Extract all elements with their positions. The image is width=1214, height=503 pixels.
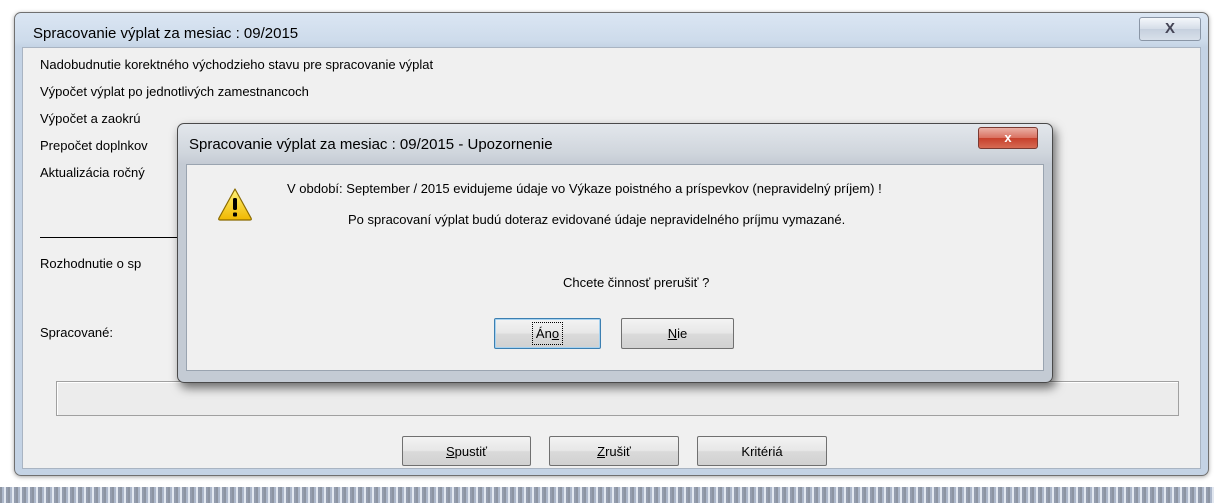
criteria-button[interactable]: Kritériá (697, 436, 827, 466)
cancel-mnemonic: Z (597, 444, 606, 459)
main-close-button[interactable]: X (1139, 17, 1201, 41)
step-label-2: Výpočet výplat po jednotlivých zamestnan… (40, 84, 309, 99)
close-icon: x (1004, 130, 1012, 145)
yes-button[interactable]: Áno (494, 318, 601, 349)
decision-label: Rozhodnutie o sp (40, 256, 142, 271)
alert-title: Spracovanie výplat za mesiac : 09/2015 -… (189, 136, 553, 153)
taskbar-strip (0, 487, 1214, 503)
yes-label: Án (535, 326, 552, 341)
step-label-3: Výpočet a zaokrú (40, 111, 141, 126)
yes-mnemonic: o (551, 326, 560, 341)
cancel-button[interactable]: Zrušiť (549, 436, 679, 466)
processed-label: Spracované: (40, 325, 113, 340)
start-label: pustiť (454, 444, 487, 459)
main-window-title: Spracovanie výplat za mesiac : 09/2015 (33, 25, 299, 42)
divider (40, 237, 185, 238)
alert-message-line-2: Po spracovaní výplat budú doteraz evidov… (348, 212, 846, 227)
step-label-4: Prepočet doplnkov (40, 138, 148, 153)
start-button[interactable]: Spustiť (402, 436, 531, 466)
alert-dialog: Spracovanie výplat za mesiac : 09/2015 -… (177, 123, 1053, 383)
step-label-5: Aktualizácia ročný (40, 165, 145, 180)
no-mnemonic: N (667, 326, 678, 341)
cancel-label: rušiť (605, 444, 631, 459)
alert-question: Chcete činnosť prerušiť ? (563, 275, 710, 290)
alert-message-line-1: V období: September / 2015 evidujeme úda… (287, 181, 882, 196)
warning-triangle-icon (218, 188, 252, 221)
alert-content: V období: September / 2015 evidujeme úda… (186, 164, 1044, 371)
no-label: ie (677, 326, 688, 341)
alert-close-button[interactable]: x (978, 127, 1038, 149)
step-label-1: Nadobudnutie korektného východzieho stav… (40, 57, 434, 72)
yes-focus-label: Áno (531, 322, 564, 345)
criteria-label: Kritériá (741, 444, 783, 459)
no-button[interactable]: Nie (621, 318, 734, 349)
progress-bar (56, 381, 1179, 416)
start-mnemonic: S (445, 444, 455, 459)
close-icon: X (1164, 20, 1175, 37)
